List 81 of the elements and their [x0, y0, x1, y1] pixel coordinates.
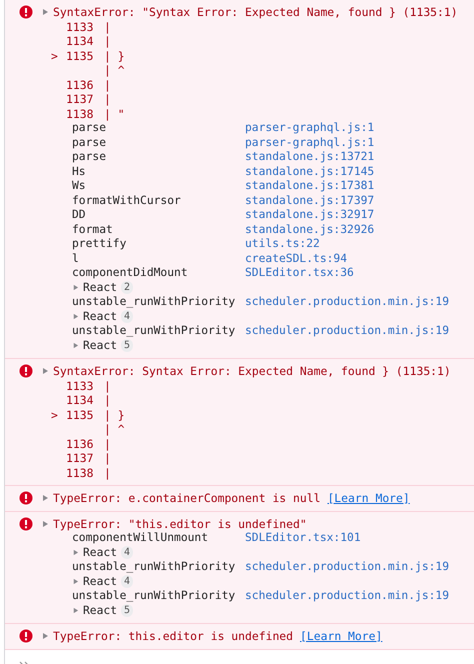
source-link[interactable]: standalone.js:32917 — [245, 208, 374, 222]
source-link[interactable]: parser-graphql.js:1 — [245, 136, 374, 150]
collapsed-arrow-icon[interactable] — [72, 549, 79, 556]
frame-count: 4 — [121, 546, 134, 560]
code-frame-line: > 1135 | } — [51, 48, 126, 63]
source-link[interactable]: SDLEditor.tsx:36 — [245, 266, 354, 280]
collapsed-arrow-icon[interactable] — [41, 632, 49, 640]
source-link[interactable]: scheduler.production.min.js:19 — [245, 589, 450, 604]
learn-more-link[interactable]: [Learn More] — [300, 629, 382, 644]
error-icon — [19, 629, 33, 644]
function-name: Ws — [72, 179, 87, 194]
function-name: unstable_runWithPriority — [72, 295, 236, 310]
code-frame-line: 1137 | — [65, 92, 112, 106]
collapsed-arrow-icon[interactable] — [41, 520, 49, 528]
source-link[interactable]: standalone.js:17381 — [245, 179, 374, 194]
collapsed-arrow-icon[interactable] — [72, 607, 79, 614]
collapsed-arrow-icon[interactable] — [72, 578, 79, 586]
function-name: componentWillUnmount — [72, 531, 210, 546]
function-name: prettify — [72, 237, 128, 252]
error-icon — [19, 5, 33, 20]
frame-group-label[interactable]: React — [83, 546, 118, 560]
learn-more-link[interactable]: [Learn More] — [327, 491, 410, 506]
source-link[interactable]: standalone.js:32926 — [245, 222, 374, 237]
source-link[interactable]: standalone.js:17397 — [245, 194, 374, 208]
frame-count: 4 — [121, 575, 134, 588]
error-icon — [19, 364, 33, 378]
error-message: TypeError: e.containerComponent is null — [53, 491, 320, 506]
code-frame-line: 1133 | — [65, 20, 112, 34]
function-name: Hs — [72, 164, 87, 179]
error-message: TypeError: "this.editor is undefined" — [53, 516, 307, 531]
function-name: l — [72, 252, 80, 266]
code-frame-line: 1136 | — [65, 436, 112, 451]
function-name: unstable_runWithPriority — [72, 560, 236, 574]
frame-count: 4 — [121, 310, 134, 324]
function-name: componentDidMount — [72, 266, 189, 280]
frame-group-label[interactable]: React — [83, 310, 118, 324]
source-link[interactable]: SDLEditor.tsx:101 — [245, 531, 361, 546]
code-frame-line: 1138 | — [65, 466, 112, 480]
error-message: SyntaxError: "Syntax Error: Expected Name, found } (1135:1) — [53, 5, 458, 20]
function-name: parse — [72, 121, 108, 136]
code-frame-line: 1134 | — [65, 393, 112, 408]
collapsed-arrow-icon[interactable] — [72, 342, 79, 350]
function-name: parse — [72, 136, 108, 150]
frame-group-label[interactable]: React — [83, 604, 118, 618]
frame-count: 5 — [121, 339, 134, 352]
frame-group-label[interactable]: React — [83, 280, 118, 295]
source-link[interactable]: standalone.js:17145 — [245, 164, 374, 179]
code-frame-line: | ^ — [103, 422, 126, 436]
code-frame-line: 1136 | — [65, 78, 112, 92]
frame-count: 5 — [121, 604, 134, 618]
error-message: TypeError: this.editor is undefined — [53, 629, 294, 644]
function-name: formatWithCursor — [72, 194, 182, 208]
code-frame-line: 1138 | " — [65, 106, 126, 121]
code-frame-line: 1134 | — [65, 34, 112, 48]
function-name: format — [72, 222, 114, 237]
frame-group-label[interactable]: React — [83, 574, 118, 589]
error-icon — [19, 491, 33, 506]
source-link[interactable]: standalone.js:13721 — [245, 150, 374, 164]
source-link[interactable]: scheduler.production.min.js:19 — [245, 324, 450, 338]
code-frame-line: 1137 | — [65, 451, 112, 466]
source-link[interactable]: scheduler.production.min.js:19 — [245, 295, 450, 310]
source-link[interactable]: createSDL.ts:94 — [245, 252, 348, 266]
function-name: DD — [72, 208, 87, 222]
collapsed-arrow-icon[interactable] — [41, 367, 49, 376]
function-name: unstable_runWithPriority — [72, 589, 236, 604]
code-frame-line: | ^ — [103, 63, 126, 78]
collapsed-arrow-icon[interactable] — [41, 494, 49, 502]
code-frame-line: > 1135 | } — [51, 408, 126, 422]
error-icon — [19, 516, 33, 531]
frame-count: 2 — [121, 281, 134, 294]
collapsed-arrow-icon[interactable] — [72, 284, 79, 292]
function-name: unstable_runWithPriority — [72, 324, 236, 338]
collapsed-arrow-icon[interactable] — [41, 8, 49, 16]
function-name: parse — [72, 150, 108, 164]
source-link[interactable]: parser-graphql.js:1 — [245, 121, 374, 136]
error-message: SyntaxError: Syntax Error: Expected Name, found } (1135:1) — [53, 364, 451, 378]
code-frame-line: 1133 | — [65, 378, 112, 393]
source-link[interactable]: utils.ts:22 — [245, 237, 320, 252]
source-link[interactable]: scheduler.production.min.js:19 — [245, 560, 450, 574]
frame-group-label[interactable]: React — [83, 338, 118, 353]
collapsed-arrow-icon[interactable] — [72, 313, 79, 320]
